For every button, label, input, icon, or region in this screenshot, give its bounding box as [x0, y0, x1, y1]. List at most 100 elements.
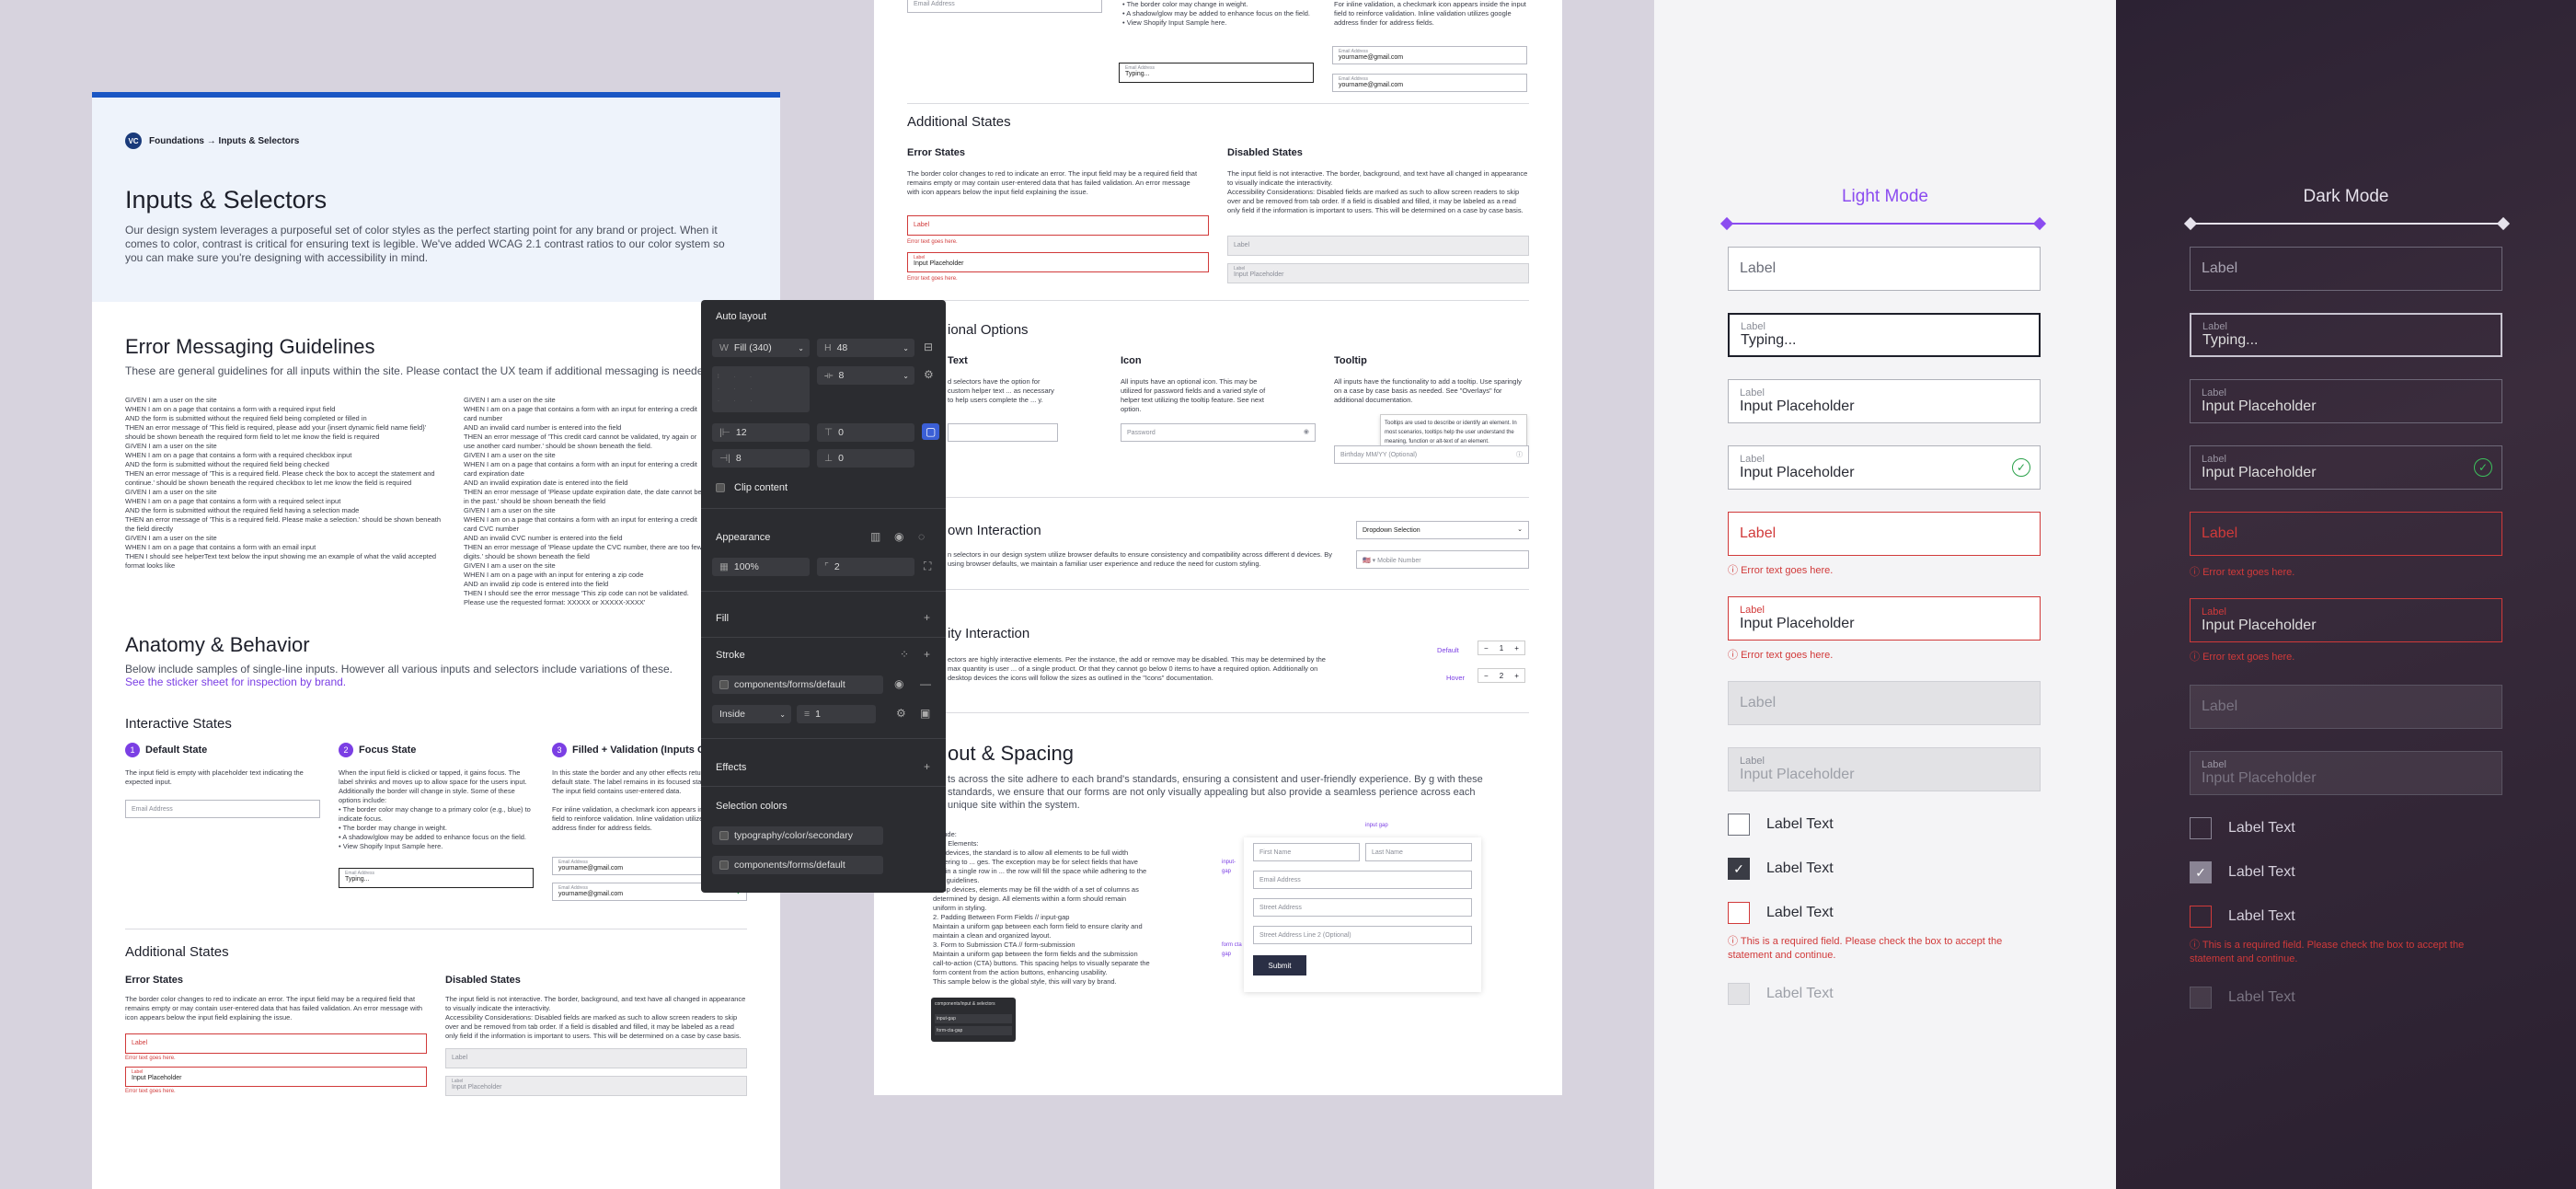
grid-icon[interactable]: ⁘: [900, 648, 909, 661]
eye-icon[interactable]: ◉: [894, 677, 903, 690]
quantity-stepper-hover[interactable]: −2 +: [1478, 668, 1525, 683]
anatomy-title: Anatomy & Behavior: [125, 633, 310, 656]
birthday-field[interactable]: Birthday MM/YY (Optional) ⓘ: [1334, 445, 1529, 464]
remove-icon[interactable]: —: [920, 677, 931, 690]
padding-top-input[interactable]: ⊤ 0: [817, 423, 914, 442]
field-default[interactable]: Label: [1728, 247, 2041, 291]
chevron-down-icon: ⌄: [903, 343, 909, 352]
error-field-filled[interactable]: Label Input Placeholder: [125, 1067, 427, 1087]
first-name-field[interactable]: First Name: [1253, 843, 1360, 861]
selection-color-1[interactable]: typography/color/secondary: [712, 826, 883, 845]
checkbox[interactable]: [2190, 817, 2212, 839]
breadcrumb-text[interactable]: Foundations → Inputs & Selectors: [149, 136, 299, 146]
checkbox-error[interactable]: Label Text: [1728, 902, 1834, 924]
clip-content[interactable]: Clip content: [716, 482, 788, 493]
helper-text-field[interactable]: [948, 423, 1058, 442]
field-error-filled[interactable]: Label Input Placeholder: [1728, 596, 2041, 641]
add-icon[interactable]: +: [924, 648, 930, 661]
error-field-filled[interactable]: Label Input Placeholder: [907, 252, 1209, 272]
field-validated[interactable]: Label Input Placeholder ✓: [1728, 445, 2041, 490]
check-icon[interactable]: ✓: [2190, 861, 2212, 883]
submit-button[interactable]: Submit: [1253, 955, 1306, 975]
typing-field[interactable]: Email Address Typing...: [1119, 63, 1314, 83]
email-field[interactable]: Email Address: [1253, 871, 1472, 889]
field-filled[interactable]: Label Input Placeholder: [2190, 379, 2502, 423]
checkbox-checked[interactable]: ✓ Label Text: [1728, 858, 1834, 880]
checkbox[interactable]: [716, 483, 725, 492]
selection-color-2[interactable]: components/forms/default: [712, 856, 883, 874]
minus-icon[interactable]: −: [1484, 672, 1489, 680]
field-error[interactable]: Label: [2190, 512, 2502, 556]
add-icon[interactable]: +: [924, 611, 930, 624]
padding-right-input[interactable]: ⊣| 8: [712, 449, 810, 468]
email-field-default[interactable]: Email Address: [907, 0, 1102, 13]
filled-field[interactable]: Email Address yourname@gmail.com: [1332, 46, 1527, 64]
check-icon[interactable]: ✓: [1728, 858, 1750, 880]
street2-field[interactable]: Street Address Line 2 (Optional): [1253, 926, 1472, 944]
street-field[interactable]: Street Address: [1253, 898, 1472, 917]
stroke-title: Stroke: [716, 650, 745, 661]
email-field-focus[interactable]: Email Address Typing...: [339, 868, 534, 888]
style-icon[interactable]: ▥: [870, 530, 880, 543]
checkbox-error[interactable]: Label Text: [2190, 906, 2295, 928]
width-input[interactable]: W Fill (340) ⌄: [712, 339, 810, 357]
last-name-field[interactable]: Last Name: [1365, 843, 1472, 861]
password-field[interactable]: Password ◉: [1121, 423, 1316, 442]
field-default[interactable]: Label: [2190, 247, 2502, 291]
error-field[interactable]: Label: [125, 1033, 427, 1054]
divider: [701, 786, 946, 787]
checkbox[interactable]: [1728, 814, 1750, 836]
field-focus[interactable]: Label Typing...: [1728, 313, 2041, 357]
field-error[interactable]: Label: [1728, 512, 2041, 556]
radius-input[interactable]: ⌜ 2: [817, 558, 914, 576]
padding-mode-icon[interactable]: ▢: [922, 423, 940, 440]
field-focus[interactable]: Label Typing...: [2190, 313, 2502, 357]
height-input[interactable]: H 48 ⌄: [817, 339, 914, 357]
eye-icon[interactable]: ◉: [1304, 428, 1309, 435]
error-text: Error text goes here.: [907, 239, 958, 245]
appearance-title: Appearance: [716, 532, 771, 543]
field-filled[interactable]: Label Input Placeholder: [1728, 379, 2041, 423]
opacity-input[interactable]: ▦ 100%: [712, 558, 810, 576]
alignment-grid[interactable]: ⁞ · · · · · · · ·: [712, 366, 810, 412]
error-text: ⓘ Error text goes here.: [1728, 565, 1834, 576]
interactive-states-title: Interactive States: [125, 716, 232, 732]
corners-icon[interactable]: ⛶: [924, 560, 931, 573]
mobile-field[interactable]: 🇺🇸 ▾ Mobile Number: [1356, 550, 1529, 569]
add-icon[interactable]: +: [924, 760, 930, 773]
stroke-position[interactable]: Inside ⌄: [712, 705, 791, 723]
field-error-filled[interactable]: Label Input Placeholder: [2190, 598, 2502, 642]
email-field-default[interactable]: Email Address: [125, 800, 320, 818]
error-field[interactable]: Label: [907, 215, 1209, 236]
resize-icon[interactable]: ⊟: [924, 341, 933, 353]
border-icon[interactable]: ▣: [920, 707, 930, 720]
plus-icon[interactable]: +: [1514, 644, 1519, 652]
field-validated[interactable]: Label Input Placeholder ✓: [2190, 445, 2502, 490]
qty-hover-label: Hover: [1446, 674, 1466, 682]
quantity-stepper[interactable]: −1 +: [1478, 641, 1525, 655]
anatomy-link[interactable]: See the sticker sheet for inspection by …: [125, 675, 747, 688]
checkbox[interactable]: [1728, 902, 1750, 924]
state-focus: 2 Focus State When the input field is cli…: [339, 743, 534, 936]
checkbox-default[interactable]: Label Text: [1728, 814, 1834, 836]
stroke-width[interactable]: ≡ 1: [797, 705, 876, 723]
error-states-desc: The border color changes to red to indic…: [125, 995, 423, 1022]
validated-field[interactable]: Email Address yourname@gmail.com: [1332, 74, 1527, 92]
dropdown-select[interactable]: Dropdown Selection ⌄: [1356, 521, 1529, 539]
gap-input[interactable]: ⟛ 8 ⌄: [817, 366, 914, 385]
disabled-field: Label: [1227, 236, 1529, 256]
padding-left-input[interactable]: |⊢ 12: [712, 423, 810, 442]
blend-icon[interactable]: ◌: [918, 530, 925, 543]
plus-icon[interactable]: +: [1514, 672, 1519, 680]
check-icon: ✓: [2474, 458, 2492, 477]
checkbox-default[interactable]: Label Text: [2190, 817, 2295, 839]
stroke-style[interactable]: components/forms/default: [712, 675, 883, 694]
padding-bottom-input[interactable]: ⊥ 0: [817, 449, 914, 468]
checkbox-checked[interactable]: ✓ Label Text: [2190, 861, 2295, 883]
info-icon[interactable]: ⓘ: [1516, 450, 1523, 459]
settings-icon[interactable]: ⚙: [896, 707, 906, 720]
checkbox[interactable]: [2190, 906, 2212, 928]
eye-icon[interactable]: ◉: [894, 530, 903, 543]
settings-icon[interactable]: ⚙: [924, 368, 934, 381]
minus-icon[interactable]: −: [1484, 644, 1489, 652]
